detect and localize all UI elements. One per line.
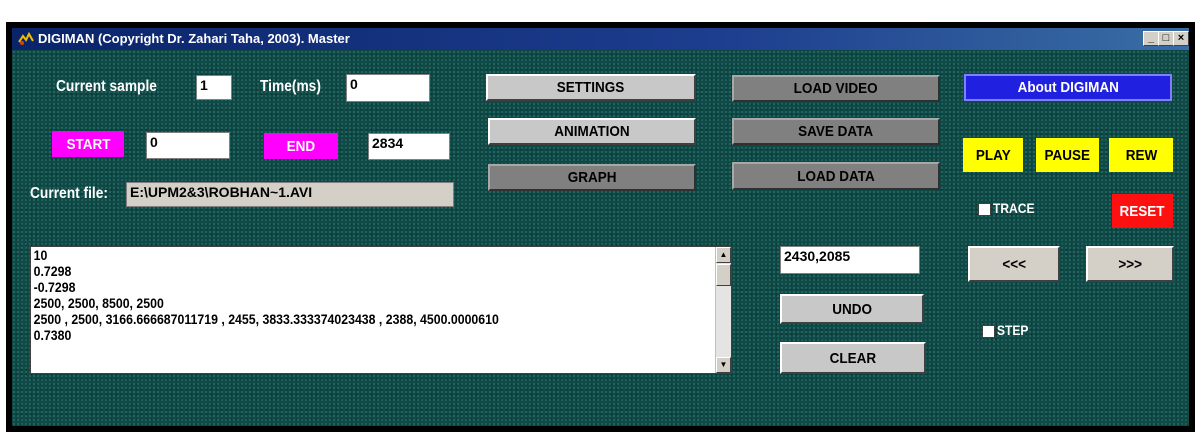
start-field[interactable]: 0 bbox=[146, 132, 230, 159]
graph-button-label: GRAPH bbox=[567, 169, 617, 186]
prev-button-label: <<< bbox=[1002, 255, 1026, 273]
output-line: 2500 , 2500, 3166.666687011719 , 2455, 3… bbox=[33, 311, 499, 327]
about-button[interactable]: About DIGIMAN bbox=[964, 74, 1172, 101]
current-sample-label: Current sample bbox=[56, 78, 157, 95]
rew-button[interactable]: REW bbox=[1109, 138, 1173, 172]
step-checkbox[interactable] bbox=[982, 325, 995, 338]
output-line: 0.7380 bbox=[33, 327, 72, 343]
trace-checkbox[interactable] bbox=[978, 203, 991, 216]
about-button-label: About DIGIMAN bbox=[1017, 79, 1119, 96]
load-video-button-label: LOAD VIDEO bbox=[793, 80, 879, 97]
next-button-label: >>> bbox=[1118, 255, 1142, 273]
undo-button[interactable]: UNDO bbox=[780, 294, 924, 324]
play-button[interactable]: PLAY bbox=[963, 138, 1023, 172]
time-label: Time(ms) bbox=[260, 78, 321, 95]
coords-field[interactable]: 2430,2085 bbox=[780, 246, 920, 274]
start-button-label: START bbox=[65, 135, 110, 153]
title-bar[interactable]: DIGIMAN (Copyright Dr. Zahari Taha, 2003… bbox=[12, 28, 1189, 50]
output-line: 0.7298 bbox=[33, 263, 72, 279]
scroll-thumb[interactable] bbox=[716, 264, 731, 286]
minimize-button[interactable]: _ bbox=[1143, 31, 1159, 46]
settings-button-label: SETTINGS bbox=[557, 79, 625, 96]
pause-button[interactable]: PAUSE bbox=[1036, 138, 1099, 172]
current-file-field[interactable]: E:\UPM2&3\ROBHAN~1.AVI bbox=[126, 182, 454, 207]
reset-button[interactable]: RESET bbox=[1112, 194, 1173, 228]
window-title: DIGIMAN (Copyright Dr. Zahari Taha, 2003… bbox=[38, 31, 350, 46]
rew-button-label: REW bbox=[1125, 146, 1157, 164]
settings-button[interactable]: SETTINGS bbox=[486, 74, 696, 101]
undo-button-label: UNDO bbox=[832, 300, 872, 318]
animation-button-label: ANIMATION bbox=[554, 123, 630, 140]
end-button[interactable]: END bbox=[264, 133, 338, 159]
pause-button-label: PAUSE bbox=[1044, 146, 1091, 164]
output-line: -0.7298 bbox=[33, 279, 76, 295]
app-icon bbox=[18, 32, 34, 45]
trace-label: TRACE bbox=[993, 200, 1035, 216]
clear-button[interactable]: CLEAR bbox=[780, 342, 926, 374]
output-textarea[interactable]: 10 0.7298 -0.7298 2500, 2500, 8500, 2500… bbox=[30, 246, 732, 374]
end-field[interactable]: 2834 bbox=[368, 133, 450, 160]
play-button-label: PLAY bbox=[975, 146, 1011, 164]
output-line: 10 bbox=[33, 247, 48, 263]
end-button-label: END bbox=[286, 137, 316, 155]
reset-button-label: RESET bbox=[1119, 202, 1165, 220]
clear-button-label: CLEAR bbox=[829, 349, 877, 367]
save-data-button[interactable]: SAVE DATA bbox=[732, 118, 940, 145]
load-video-button[interactable]: LOAD VIDEO bbox=[732, 75, 940, 102]
output-line: 2500, 2500, 8500, 2500 bbox=[33, 295, 164, 311]
scroll-down-icon[interactable]: ▼ bbox=[716, 357, 731, 373]
current-file-label: Current file: bbox=[30, 185, 108, 202]
output-scrollbar[interactable]: ▲ ▼ bbox=[715, 247, 731, 373]
graph-button[interactable]: GRAPH bbox=[488, 164, 696, 191]
maximize-button[interactable]: □ bbox=[1158, 31, 1174, 46]
scroll-up-icon[interactable]: ▲ bbox=[716, 247, 731, 263]
step-label: STEP bbox=[997, 322, 1029, 338]
start-button[interactable]: START bbox=[52, 131, 124, 157]
load-data-button-label: LOAD DATA bbox=[797, 167, 875, 185]
load-data-button[interactable]: LOAD DATA bbox=[732, 162, 940, 190]
time-field[interactable]: 0 bbox=[346, 74, 430, 102]
save-data-button-label: SAVE DATA bbox=[798, 123, 874, 140]
prev-button[interactable]: <<< bbox=[968, 246, 1060, 282]
current-sample-field[interactable]: 1 bbox=[196, 75, 232, 100]
next-button[interactable]: >>> bbox=[1086, 246, 1174, 282]
main-panel: Current sample 1 Time(ms) 0 START 0 END … bbox=[12, 50, 1189, 426]
close-button[interactable]: × bbox=[1173, 31, 1189, 46]
animation-button[interactable]: ANIMATION bbox=[488, 118, 696, 145]
